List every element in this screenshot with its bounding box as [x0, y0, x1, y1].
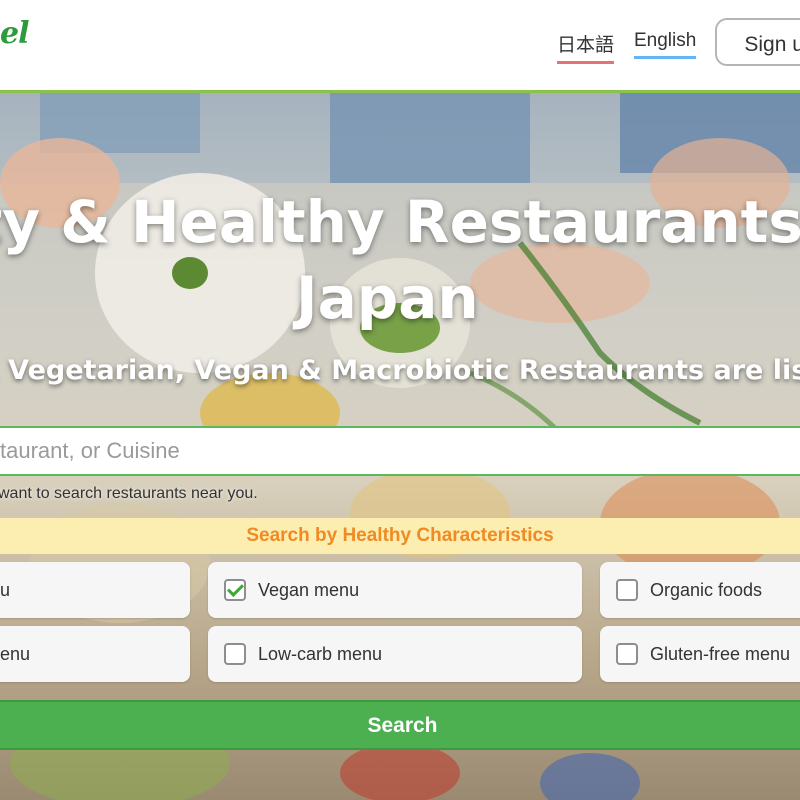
site-logo[interactable]: el — [0, 16, 30, 51]
option-label: u — [0, 579, 11, 600]
option-gluten-free-menu[interactable]: Gluten-free menu — [600, 626, 800, 682]
option-vegan-menu[interactable]: Vegan menu — [208, 562, 582, 618]
search-button[interactable]: Search — [0, 700, 800, 750]
checkbox-icon[interactable] — [224, 643, 246, 665]
language-japanese-link[interactable]: 日本語 — [557, 30, 615, 64]
sign-up-button[interactable]: Sign up — [715, 18, 800, 66]
search-box — [0, 426, 800, 476]
search-input[interactable] — [0, 428, 800, 474]
option-card-4[interactable]: enu — [0, 626, 190, 682]
hero-section: sty & Healthy Restaurants Japan 1 Vegeta… — [0, 93, 800, 800]
language-english-link[interactable]: English — [634, 30, 697, 59]
option-card-1[interactable]: u — [0, 562, 190, 618]
hero-title-line2: Japan — [296, 264, 479, 332]
near-search-hint[interactable]: want to search restaurants near you. — [0, 485, 258, 503]
site-header: el 日本語 English Sign up — [0, 0, 800, 93]
checkbox-checked-icon[interactable] — [224, 579, 246, 601]
checkbox-icon[interactable] — [616, 579, 638, 601]
option-label: enu — [0, 643, 31, 664]
characteristics-heading: Search by Healthy Characteristics — [0, 518, 800, 554]
option-label: Vegan menu — [258, 579, 360, 600]
option-organic-foods[interactable]: Organic foods — [600, 562, 800, 618]
option-label: Gluten-free menu — [650, 643, 791, 664]
hero-subtitle: 1 Vegetarian, Vegan & Macrobiotic Restau… — [0, 355, 800, 386]
option-low-carb-menu[interactable]: Low-carb menu — [208, 626, 582, 682]
hero-title-line1: sty & Healthy Restaurants — [0, 188, 800, 256]
checkbox-icon[interactable] — [616, 643, 638, 665]
option-label: Organic foods — [650, 579, 763, 600]
option-label: Low-carb menu — [258, 643, 383, 664]
